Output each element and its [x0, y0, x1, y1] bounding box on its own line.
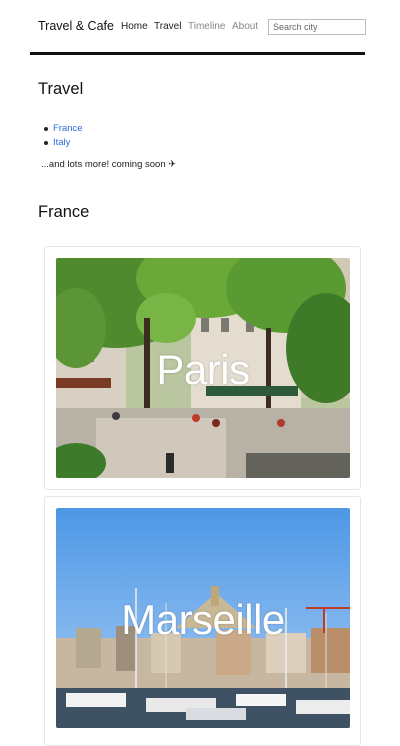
marseille-photo: Marseille — [56, 508, 350, 728]
list-item: France — [44, 122, 83, 136]
page-container: Travel & Cafe Home Travel Timeline About… — [30, 0, 366, 746]
coming-soon-note: ...and lots more! coming soon ✈ — [41, 159, 177, 170]
nav-travel[interactable]: Travel — [154, 21, 181, 32]
nav-timeline[interactable]: Timeline — [188, 21, 225, 32]
nav-home[interactable]: Home — [121, 21, 148, 32]
nav-about[interactable]: About — [232, 21, 258, 32]
search-input[interactable] — [268, 19, 366, 35]
navbar: Travel & Cafe Home Travel Timeline About — [30, 0, 366, 52]
page-title: Travel — [38, 80, 84, 98]
section-heading: France — [38, 203, 90, 221]
header-divider — [30, 52, 365, 55]
brand-logo[interactable]: Travel & Cafe — [38, 19, 114, 33]
city-card-marseille[interactable]: Marseille — [44, 496, 361, 746]
list-item: Italy — [44, 136, 83, 150]
card-title-marseille: Marseille — [121, 596, 285, 643]
link-italy[interactable]: Italy — [53, 137, 70, 148]
paris-photo: Paris — [56, 258, 350, 478]
country-list: France Italy — [44, 122, 83, 150]
link-france[interactable]: France — [53, 123, 83, 134]
city-card-paris[interactable]: Paris — [44, 246, 361, 490]
card-title-paris: Paris — [156, 346, 250, 393]
